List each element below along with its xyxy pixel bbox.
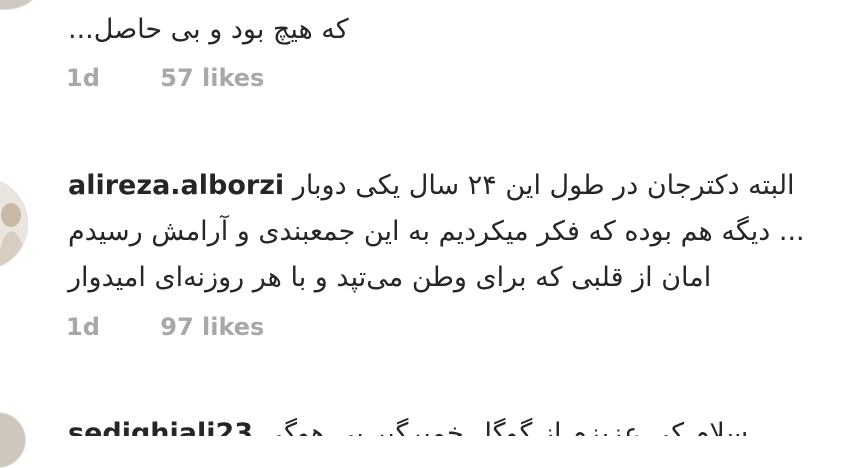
comment-line: سلام کی عزیزم از گوگل خمیرگیر بی هوگی [261,418,749,436]
comment-line: البته دکترجان در طول این ۲۴ سال یکی دوبا… [292,170,795,201]
comment-likes-count[interactable]: 57 likes [160,64,264,92]
comment-text: sedighiali23 سلام کی عزیزم از گوگل خمیرگ… [68,414,748,436]
comment-likes-count[interactable]: 97 likes [160,313,264,341]
comment-time[interactable]: 1d [66,64,100,92]
avatar[interactable] [0,178,28,270]
comment-meta: 1d 57 likes [66,64,264,92]
comment-line: امان از قلبی که برای وطن می‌تپد و با هر … [68,262,712,293]
comment-meta: 1d 97 likes [66,313,264,341]
comment-line: دیگه هم بوده که فکر میکردیم به این جمعبن… [68,216,805,247]
avatar[interactable] [0,0,40,10]
comment-username[interactable]: sedighiali23 [68,418,253,436]
avatar-image [0,179,27,269]
comment-time[interactable]: 1d [66,313,100,341]
comment-text: ...که هیچ بود و بی حاصل [68,14,349,45]
comment-username[interactable]: alireza.alborzi [68,170,284,201]
comment-clip: sedighiali23 سلام کی عزیزم از گوگل خمیرگ… [0,400,851,436]
comment-text: alireza.alborzi البته دکترجان در طول این… [68,166,795,206]
avatar-image [0,0,39,9]
